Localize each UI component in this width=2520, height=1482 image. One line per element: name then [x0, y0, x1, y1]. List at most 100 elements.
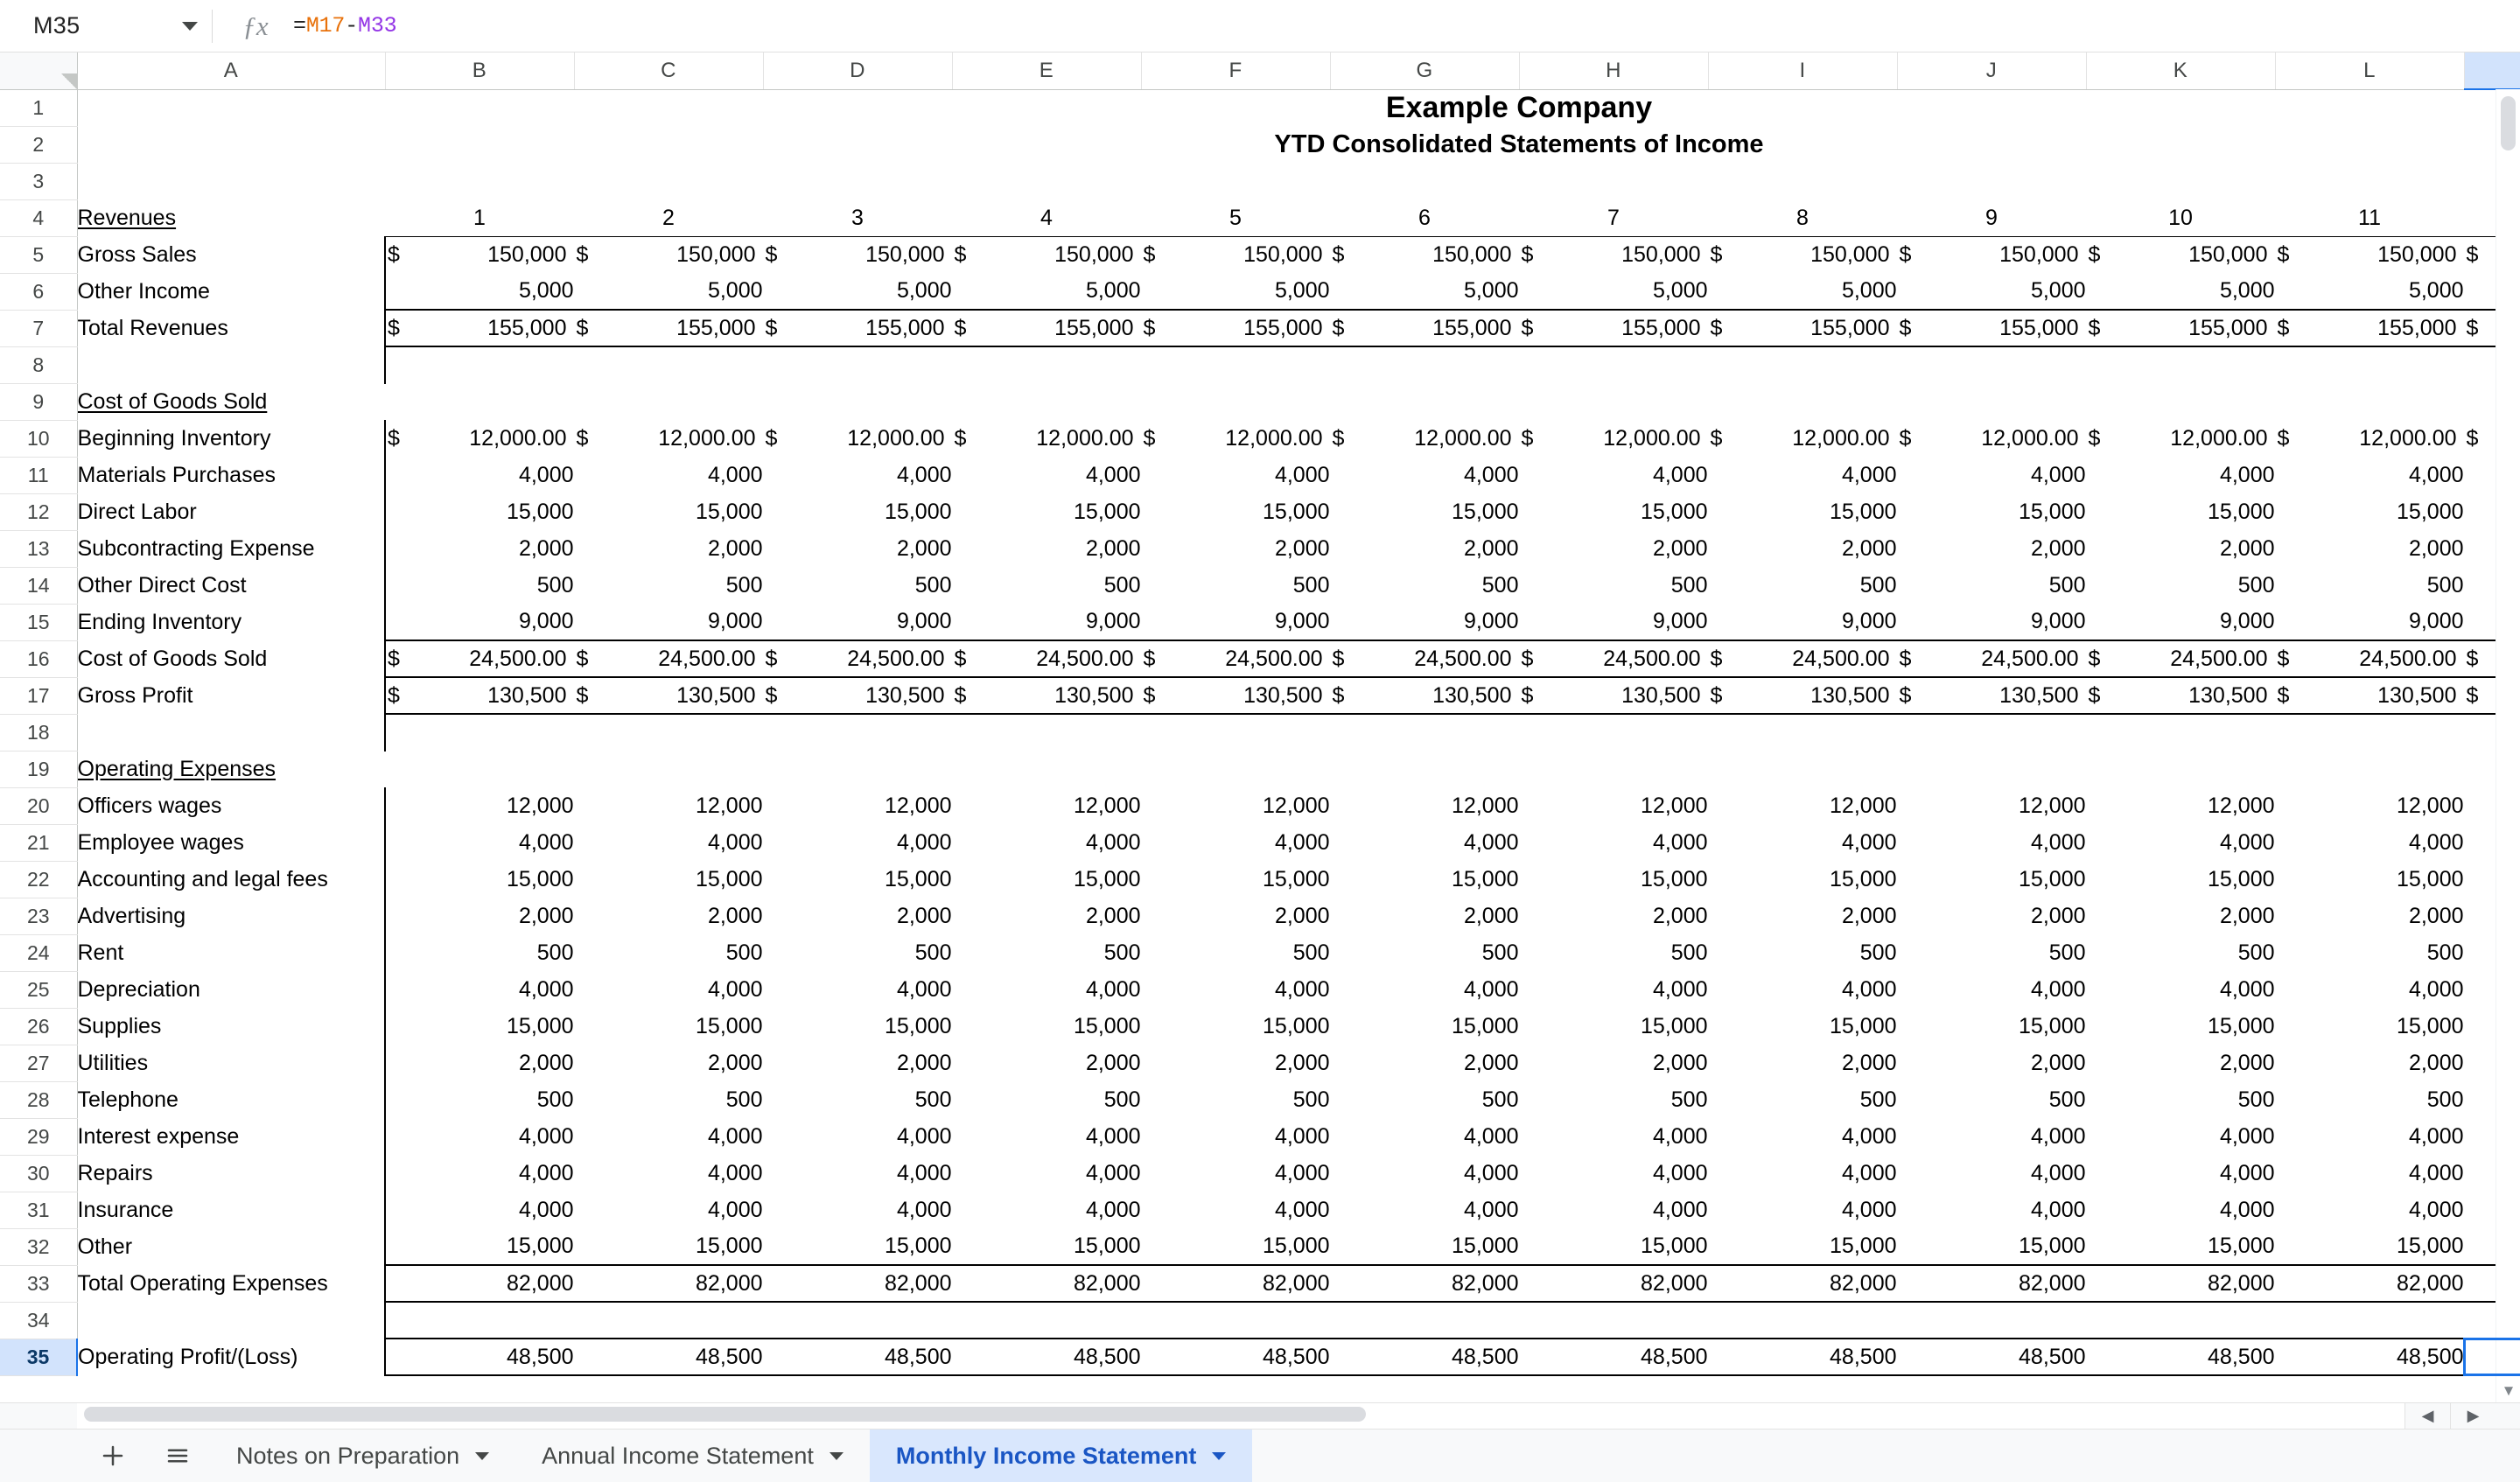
cell-r15-c8[interactable]: 9,000: [1708, 604, 1898, 641]
function-fx-icon[interactable]: ƒx: [232, 10, 279, 42]
cell-r16-c10[interactable]: $24,500.00: [2086, 640, 2276, 678]
cell-r21-c11[interactable]: 4,000: [2275, 824, 2465, 862]
cell-r16-c5[interactable]: $24,500.00: [1141, 640, 1331, 678]
cell-r23-c5[interactable]: 2,000: [1141, 898, 1331, 935]
cell-r9-c3[interactable]: [763, 383, 953, 421]
cell-r26-c5[interactable]: 15,000: [1141, 1008, 1331, 1045]
row-label-7[interactable]: Total Revenues: [77, 310, 386, 347]
row-header-1[interactable]: 1: [0, 89, 78, 127]
cell-r30-c11[interactable]: 4,000: [2275, 1155, 2465, 1192]
cell-r27-c7[interactable]: 2,000: [1519, 1045, 1709, 1082]
cell-r33-c10[interactable]: 82,000: [2086, 1264, 2276, 1303]
row-header-20[interactable]: 20: [0, 787, 78, 825]
cell-r34-c6[interactable]: [1330, 1302, 1520, 1339]
row-label-20[interactable]: Officers wages: [77, 787, 386, 825]
row-label-15[interactable]: Ending Inventory: [77, 604, 386, 641]
cell-r29-c10[interactable]: 4,000: [2086, 1118, 2276, 1156]
cell-r29-c9[interactable]: 4,000: [1897, 1118, 2087, 1156]
cell-r18-c3[interactable]: [763, 714, 953, 751]
cell-r9-c5[interactable]: [1141, 383, 1331, 421]
cell-r23-c7[interactable]: 2,000: [1519, 898, 1709, 935]
row-header-5[interactable]: 5: [0, 236, 78, 274]
row-header-9[interactable]: 9: [0, 383, 78, 421]
cell-r20-c8[interactable]: 12,000: [1708, 787, 1898, 825]
cell-r7-c4[interactable]: $155,000: [952, 309, 1142, 347]
cell-r31-c9[interactable]: 4,000: [1897, 1192, 2087, 1229]
cell-r24-c2[interactable]: 500: [574, 934, 764, 972]
row-header-22[interactable]: 22: [0, 861, 78, 898]
cell-r7-c9[interactable]: $155,000: [1897, 309, 2087, 347]
cell-r28-c11[interactable]: 500: [2275, 1081, 2465, 1119]
cell-r30-c10[interactable]: 4,000: [2086, 1155, 2276, 1192]
column-header-k[interactable]: K: [2086, 52, 2276, 90]
cell-r34-c8[interactable]: [1708, 1302, 1898, 1339]
cell-r13-c5[interactable]: 2,000: [1141, 530, 1331, 568]
cell-r7-c6[interactable]: $155,000: [1330, 309, 1520, 347]
cell-r17-c3[interactable]: $130,500: [763, 676, 953, 715]
cell-r33-c8[interactable]: 82,000: [1708, 1264, 1898, 1303]
cell-a1[interactable]: [77, 89, 386, 127]
horizontal-scrollbar[interactable]: ◀ ▶: [0, 1402, 2520, 1429]
column-header-j[interactable]: J: [1897, 52, 2087, 90]
cell-r15-c10[interactable]: 9,000: [2086, 604, 2276, 641]
cell-r22-c8[interactable]: 15,000: [1708, 861, 1898, 898]
cell-r22-c1[interactable]: 15,000: [384, 861, 575, 898]
cell-r10-c1[interactable]: $12,000.00: [384, 420, 575, 458]
cell-r17-c5[interactable]: $130,500: [1141, 676, 1331, 715]
cell-r21-c7[interactable]: 4,000: [1519, 824, 1709, 862]
cell-r7-c3[interactable]: $155,000: [763, 309, 953, 347]
row-header-16[interactable]: 16: [0, 640, 78, 678]
cell-r6-c1[interactable]: 5,000: [384, 273, 575, 311]
cell-r23-c2[interactable]: 2,000: [574, 898, 764, 935]
cell-r19-c10[interactable]: [2086, 751, 2276, 788]
cell-r25-c10[interactable]: 4,000: [2086, 971, 2276, 1009]
cell-r19-c1[interactable]: [385, 751, 575, 788]
row-header-21[interactable]: 21: [0, 824, 78, 862]
cell-r5-c2[interactable]: $150,000: [574, 236, 764, 274]
cell-r13-c4[interactable]: 2,000: [952, 530, 1142, 568]
cell-r11-c5[interactable]: 4,000: [1141, 457, 1331, 494]
row-label-4[interactable]: Revenues: [77, 199, 386, 237]
cell-r11-c10[interactable]: 4,000: [2086, 457, 2276, 494]
cell-r24-c1[interactable]: 500: [384, 934, 575, 972]
cell-r35-c1[interactable]: 48,500: [384, 1338, 575, 1376]
cell-r11-c8[interactable]: 4,000: [1708, 457, 1898, 494]
sheet-tab-monthly-income-statement[interactable]: Monthly Income Statement: [869, 1429, 1253, 1482]
row-header-17[interactable]: 17: [0, 677, 78, 715]
sheet-subtitle[interactable]: YTD Consolidated Statements of Income: [385, 126, 2520, 164]
row-label-21[interactable]: Employee wages: [77, 824, 386, 862]
cell-r24-c7[interactable]: 500: [1519, 934, 1709, 972]
row-header-25[interactable]: 25: [0, 971, 78, 1009]
cell-r31-c8[interactable]: 4,000: [1708, 1192, 1898, 1229]
cell-r26-c6[interactable]: 15,000: [1330, 1008, 1520, 1045]
cell-r11-c9[interactable]: 4,000: [1897, 457, 2087, 494]
cell-r22-c4[interactable]: 15,000: [952, 861, 1142, 898]
chevron-down-icon[interactable]: [829, 1451, 844, 1460]
cell-r22-c6[interactable]: 15,000: [1330, 861, 1520, 898]
cell-r3-c1[interactable]: [574, 163, 764, 200]
cell-r10-c10[interactable]: $12,000.00: [2086, 420, 2276, 458]
cell-r7-c8[interactable]: $155,000: [1708, 309, 1898, 347]
cell-r34-c1[interactable]: [384, 1302, 575, 1339]
cell-r25-c9[interactable]: 4,000: [1897, 971, 2087, 1009]
cell-r11-c3[interactable]: 4,000: [763, 457, 953, 494]
cell-r7-c10[interactable]: $155,000: [2086, 309, 2276, 347]
row-header-26[interactable]: 26: [0, 1008, 78, 1045]
cell-r5-c5[interactable]: $150,000: [1141, 236, 1331, 274]
row-header-27[interactable]: 27: [0, 1045, 78, 1082]
cell-r23-c3[interactable]: 2,000: [763, 898, 953, 935]
cell-r9-c8[interactable]: [1708, 383, 1898, 421]
cell-r6-c2[interactable]: 5,000: [574, 273, 764, 311]
cell-r19-c4[interactable]: [952, 751, 1142, 788]
cell-r33-c9[interactable]: 82,000: [1897, 1264, 2087, 1303]
row-label-24[interactable]: Rent: [77, 934, 386, 972]
row-header-10[interactable]: 10: [0, 420, 78, 458]
cell-r7-c5[interactable]: $155,000: [1141, 309, 1331, 347]
cell-r29-c6[interactable]: 4,000: [1330, 1118, 1520, 1156]
cell-r27-c9[interactable]: 2,000: [1897, 1045, 2087, 1082]
cell-r33-c7[interactable]: 82,000: [1519, 1264, 1709, 1303]
cell-r30-c8[interactable]: 4,000: [1708, 1155, 1898, 1192]
cell-r14-c3[interactable]: 500: [763, 567, 953, 605]
cell-r27-c1[interactable]: 2,000: [384, 1045, 575, 1082]
cell-r5-c9[interactable]: $150,000: [1897, 236, 2087, 274]
